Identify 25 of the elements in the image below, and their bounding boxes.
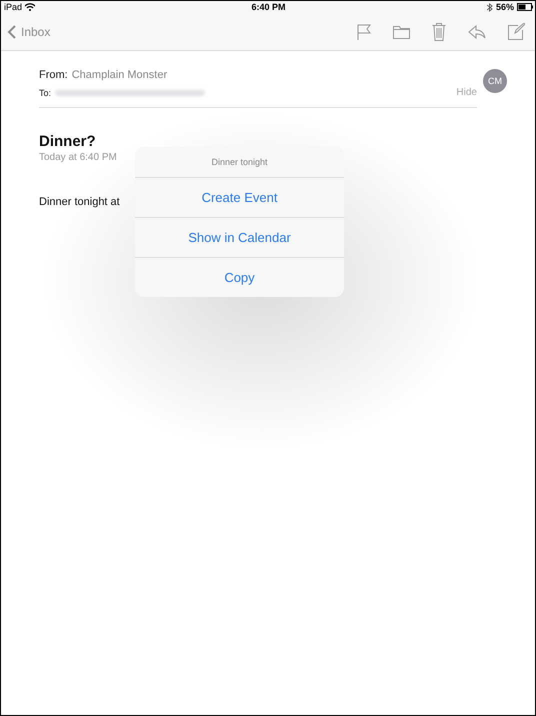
- hide-link[interactable]: Hide: [456, 87, 477, 98]
- avatar: CM: [483, 69, 507, 93]
- wifi-icon: [25, 3, 36, 11]
- battery-icon: [516, 3, 533, 11]
- back-button[interactable]: Inbox: [7, 24, 50, 38]
- sender-name[interactable]: Champlain Monster: [72, 69, 168, 81]
- to-label: To:: [39, 88, 52, 98]
- from-label: From:: [39, 69, 68, 81]
- battery-percent: 56%: [496, 2, 514, 12]
- message-body: Dinner tonight at: [39, 196, 120, 208]
- message-date: Today at 6:40 PM: [39, 152, 117, 163]
- bluetooth-icon: [486, 2, 493, 12]
- popover-action[interactable]: Show in Calendar: [135, 218, 344, 258]
- compose-icon[interactable]: [508, 23, 525, 40]
- popover-action[interactable]: Copy: [135, 258, 344, 297]
- device-name: iPad: [4, 2, 22, 12]
- popover-title: Dinner tonight: [135, 147, 344, 178]
- flag-icon[interactable]: [357, 24, 371, 40]
- clock: 6:40 PM: [251, 2, 286, 12]
- folder-icon[interactable]: [393, 24, 410, 38]
- subject: Dinner?: [39, 133, 97, 150]
- popover-action[interactable]: Create Event: [135, 178, 344, 218]
- trash-icon[interactable]: [432, 22, 446, 40]
- reply-icon[interactable]: [468, 24, 486, 38]
- chevron-icon: [7, 24, 16, 38]
